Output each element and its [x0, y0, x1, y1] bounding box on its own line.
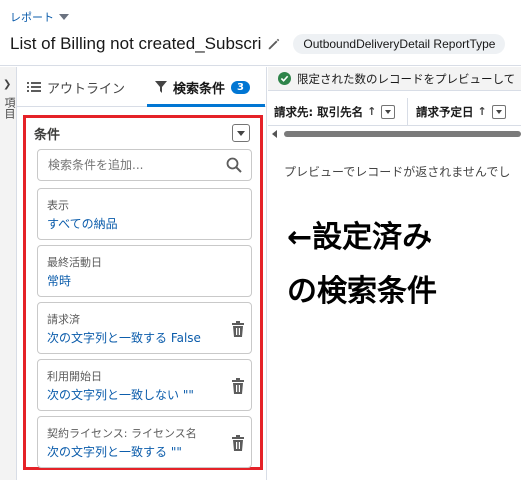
chevron-down-icon: [495, 109, 502, 114]
chevron-right-icon[interactable]: ❯: [3, 79, 11, 90]
filter-label: 表示: [47, 199, 69, 212]
tab-filters-label: 検索条件: [173, 81, 226, 97]
report-title: List of Billing not created_Subscri: [10, 34, 262, 53]
filter-label: 契約ライセンス: ライセンス名: [47, 427, 197, 440]
filter-value: 次の文字列と一致する "": [47, 445, 182, 459]
column-menu-button[interactable]: [381, 104, 396, 119]
column-menu-button[interactable]: [491, 104, 506, 119]
filter-count-badge: 3: [231, 80, 250, 94]
active-tab-indicator: [147, 104, 265, 107]
filter-label: 請求済: [47, 313, 80, 326]
title-row: List of Billing not created_Subscri Outb…: [10, 34, 506, 54]
pencil-icon[interactable]: [267, 37, 281, 51]
conditions-header: 条件: [34, 128, 61, 143]
panel-tabs: アウトライン 検索条件 3: [17, 67, 267, 107]
filter-label: 最終活動日: [47, 256, 102, 269]
filter-value: すべての納品: [47, 217, 118, 231]
horizontal-scrollbar[interactable]: [268, 130, 521, 138]
chevron-down-icon: [59, 14, 69, 20]
empty-preview-message: プレビューでレコードが返されませんでし: [284, 165, 511, 179]
chevron-down-icon: [237, 130, 245, 136]
tab-outline-label: アウトライン: [47, 81, 126, 97]
filter-icon: [155, 81, 167, 93]
report-type-badge: OutboundDeliveryDetail ReportType: [293, 34, 506, 54]
filter-value: 次の文字列と一致する False: [47, 331, 201, 345]
object-type-dropdown[interactable]: レポート: [10, 9, 69, 25]
column-label: 請求予定日: [416, 104, 474, 119]
conditions-menu-button[interactable]: [232, 124, 250, 142]
report-header: レポート List of Billing not created_Subscri…: [0, 0, 521, 66]
annotation-line-1: ←設定済み: [287, 220, 433, 255]
filter-conditions-section: 条件 表示 すべての納品 最終活動日 常時 請求済 次の文字列と一致する Fal…: [23, 115, 263, 470]
preview-notice-text: 限定された数のレコードをプレビューして: [297, 71, 516, 86]
column-label: 請求先: 取引先名: [274, 104, 364, 119]
trash-icon[interactable]: [231, 378, 245, 394]
tab-outline[interactable]: アウトライン: [27, 67, 125, 107]
fields-rail[interactable]: ❯ 項目: [0, 67, 17, 480]
success-check-icon: [278, 72, 291, 85]
scrollbar-thumb[interactable]: [284, 131, 521, 137]
table-header: 請求先: 取引先名 ↑ 請求予定日 ↑: [268, 97, 521, 126]
trash-icon[interactable]: [231, 321, 245, 337]
sort-up-icon[interactable]: ↑: [478, 105, 487, 118]
filter-search-box[interactable]: [37, 149, 252, 181]
search-icon: [226, 157, 242, 173]
filter-card-billed[interactable]: 請求済 次の文字列と一致する False: [37, 302, 252, 354]
filter-card-license-name[interactable]: 契約ライセンス: ライセンス名 次の文字列と一致する "": [37, 416, 252, 468]
chevron-down-icon: [385, 109, 392, 114]
filter-search-input[interactable]: [38, 150, 218, 180]
filter-value: 常時: [47, 274, 72, 288]
column-header-billing-date[interactable]: 請求予定日 ↑: [408, 98, 521, 126]
annotation-line-2: の検索条件: [287, 274, 437, 309]
fields-rail-label: 項目: [3, 97, 16, 119]
sort-up-icon[interactable]: ↑: [367, 105, 376, 118]
filter-card-start-date[interactable]: 利用開始日 次の文字列と一致しない "": [37, 359, 252, 411]
column-header-billing-account[interactable]: 請求先: 取引先名 ↑: [268, 97, 408, 126]
filters-panel: アウトライン 検索条件 3 条件 表示 すべての納品 最終活動日: [17, 67, 267, 480]
filter-label: 利用開始日: [47, 370, 102, 383]
list-icon: [27, 82, 41, 92]
tab-filters[interactable]: 検索条件 3: [155, 67, 250, 107]
filter-card-last-activity[interactable]: 最終活動日 常時: [37, 245, 252, 297]
preview-notice: 限定された数のレコードをプレビューして: [268, 67, 521, 91]
filter-value: 次の文字列と一致しない "": [47, 388, 194, 402]
scroll-left-icon[interactable]: [272, 130, 277, 138]
filter-card-show[interactable]: 表示 すべての納品: [37, 188, 252, 240]
trash-icon[interactable]: [231, 435, 245, 451]
object-type-label: レポート: [10, 11, 54, 24]
